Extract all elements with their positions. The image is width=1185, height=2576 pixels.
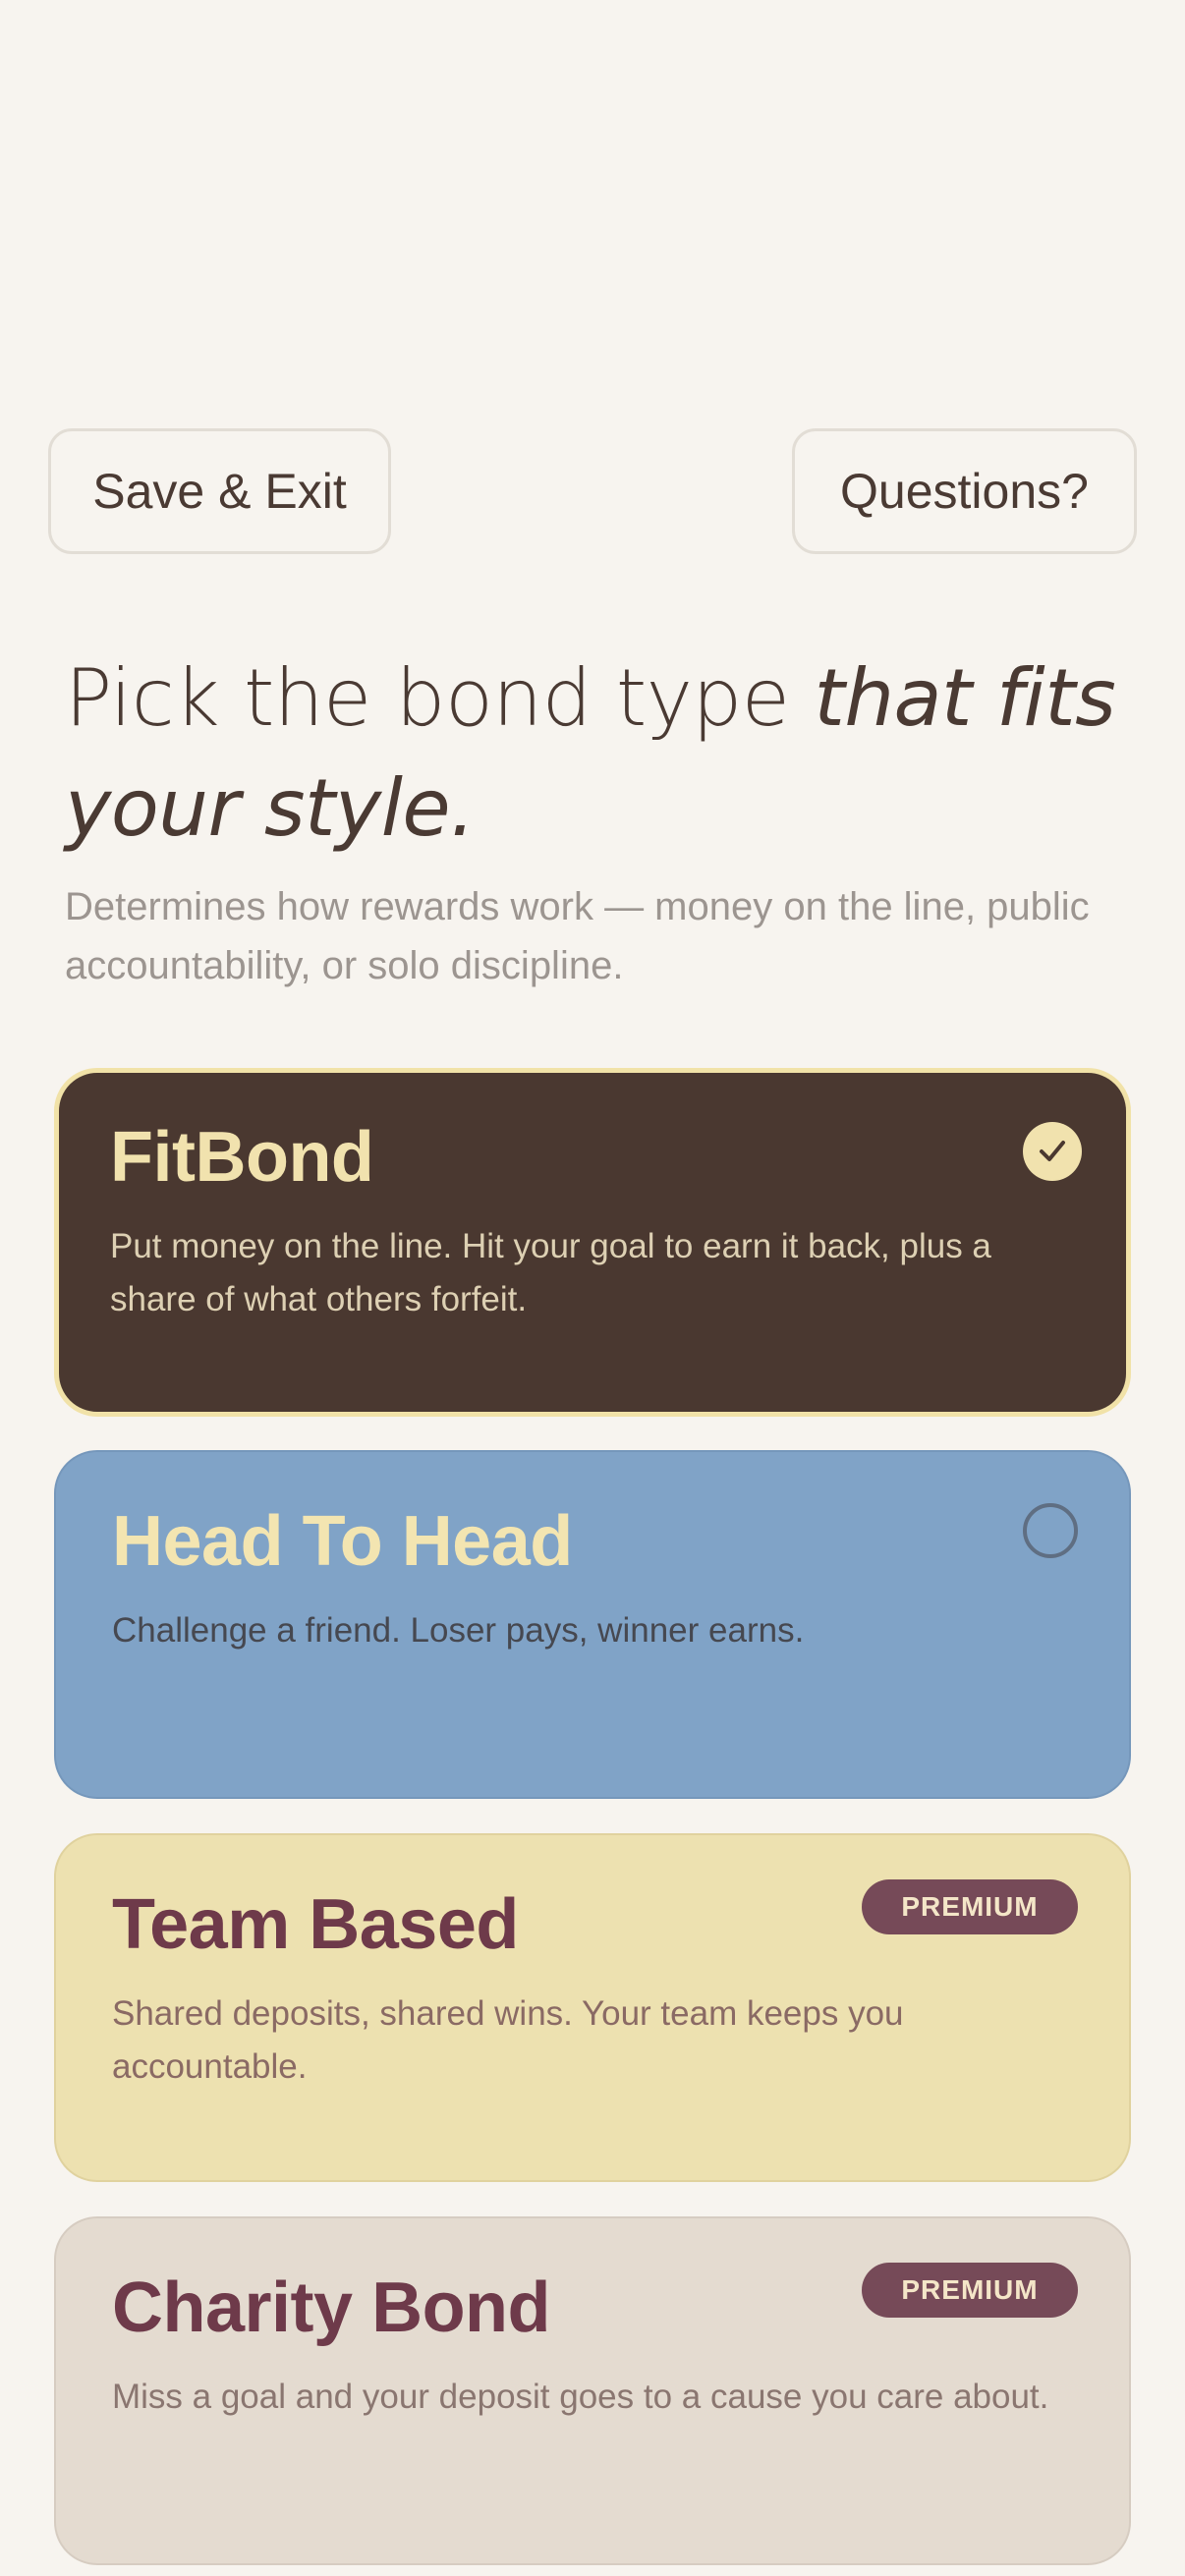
option-card-charity-bond[interactable]: Charity Bond Miss a goal and your deposi… bbox=[54, 2216, 1131, 2565]
questions-label: Questions? bbox=[840, 464, 1089, 519]
save-exit-button[interactable]: Save & Exit bbox=[48, 428, 391, 554]
option-description: Put money on the line. Hit your goal to … bbox=[110, 1227, 991, 1318]
page-title: Pick the bond type that fits your style. bbox=[65, 644, 1126, 864]
page-subtitle: Determines how rewards work — money on t… bbox=[65, 885, 1090, 987]
check-circle-icon bbox=[1023, 1122, 1082, 1181]
option-card-team-based[interactable]: Team Based Shared deposits, shared wins.… bbox=[54, 1833, 1131, 2182]
radio-empty-icon[interactable] bbox=[1023, 1503, 1078, 1558]
option-title: FitBond bbox=[110, 1118, 374, 1197]
premium-badge: PREMIUM bbox=[862, 1879, 1078, 1934]
option-description: Shared deposits, shared wins. Your team … bbox=[112, 1994, 904, 2086]
option-card-fitbond[interactable]: FitBond Put money on the line. Hit your … bbox=[54, 1068, 1131, 1417]
questions-button[interactable]: Questions? bbox=[792, 428, 1137, 554]
option-title: Head To Head bbox=[112, 1502, 573, 1581]
option-title: Charity Bond bbox=[112, 2268, 551, 2347]
bond-type-screen: Save & Exit Questions? Pick the bond typ… bbox=[0, 0, 1185, 2576]
option-card-head-to-head[interactable]: Head To Head Challenge a friend. Loser p… bbox=[54, 1450, 1131, 1799]
premium-badge: PREMIUM bbox=[862, 2263, 1078, 2318]
checkmark-icon bbox=[1040, 1141, 1065, 1161]
option-description: Miss a goal and your deposit goes to a c… bbox=[112, 2378, 1049, 2416]
option-description: Challenge a friend. Loser pays, winner e… bbox=[112, 1611, 805, 1650]
option-title: Team Based bbox=[112, 1885, 519, 1964]
save-exit-label: Save & Exit bbox=[92, 464, 347, 519]
page-title-regular: Pick the bond type bbox=[65, 652, 815, 744]
